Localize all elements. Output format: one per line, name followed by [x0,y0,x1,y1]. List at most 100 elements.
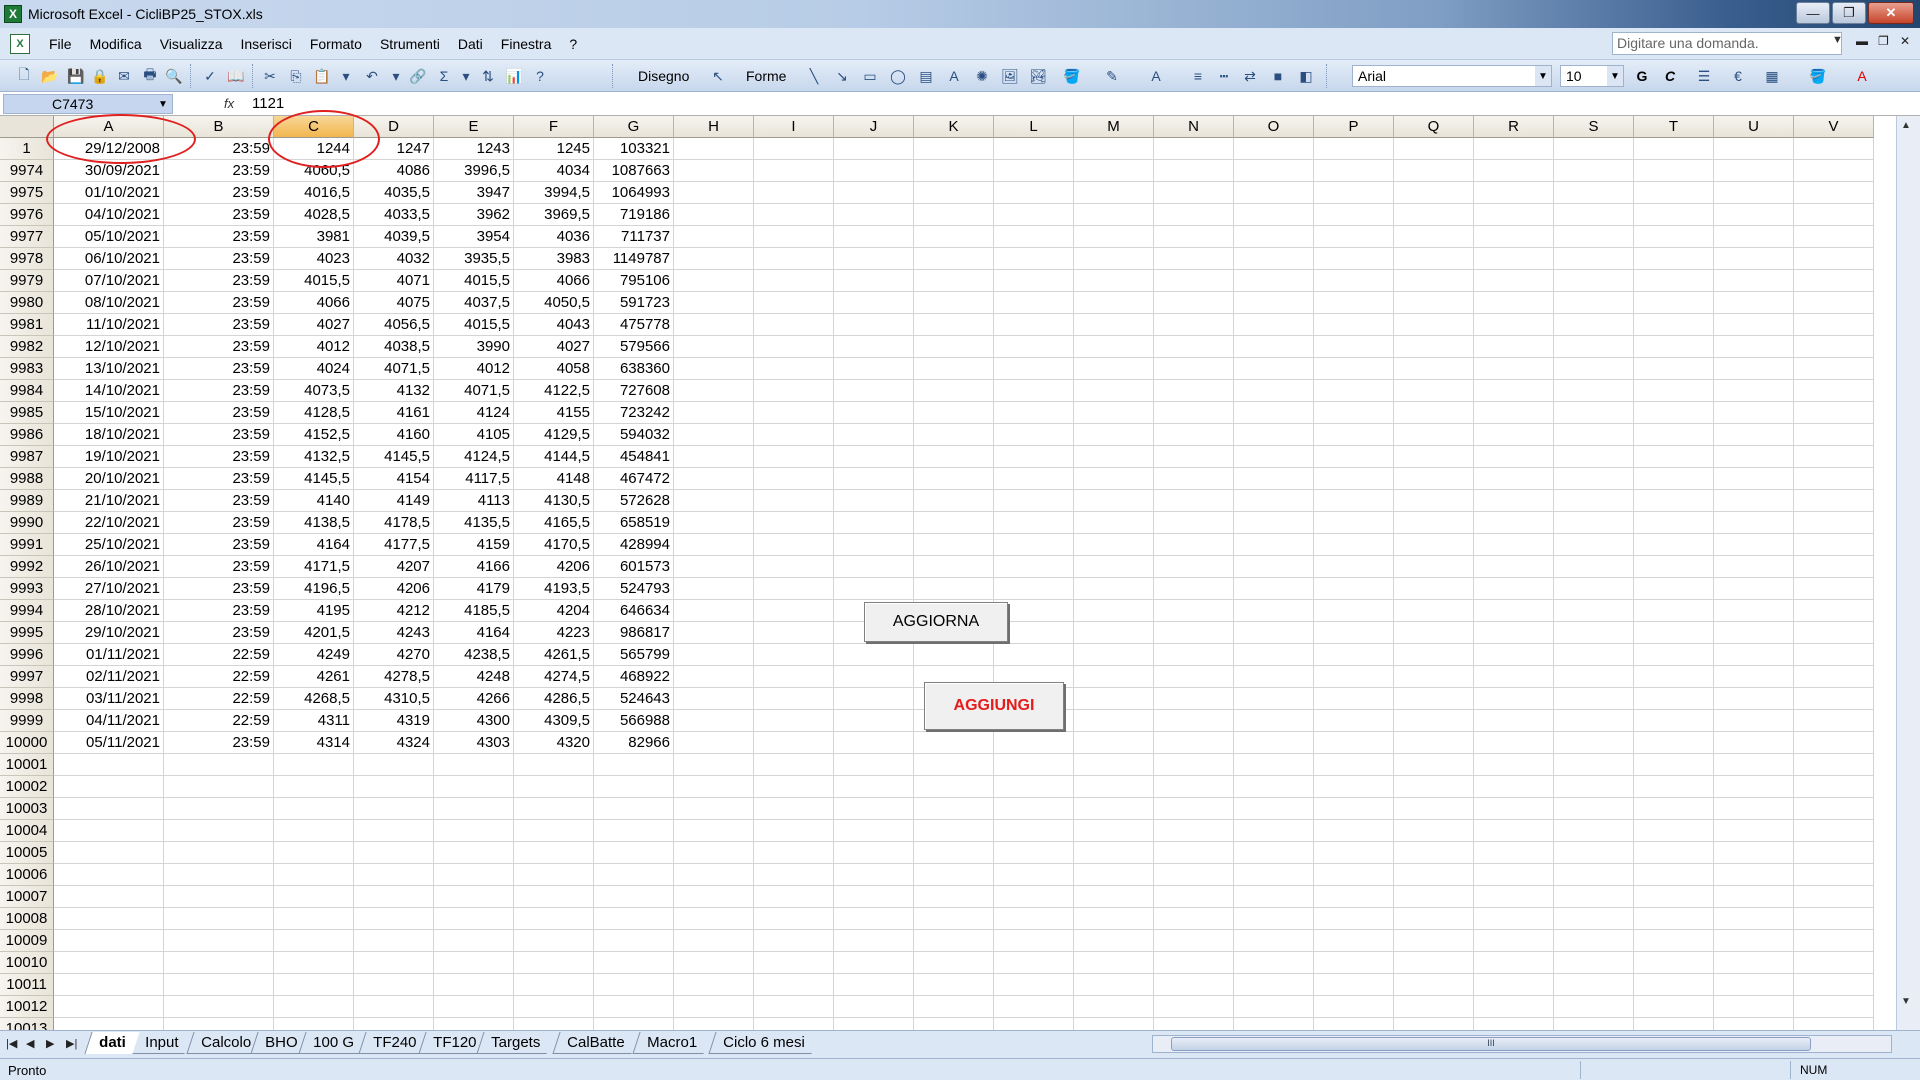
table-cell[interactable] [354,820,434,842]
table-cell[interactable] [1714,512,1794,534]
table-cell[interactable] [1154,842,1234,864]
table-cell[interactable]: 103321 [594,138,674,160]
autosum-dropdown-icon[interactable]: ▾ [456,66,476,86]
table-cell[interactable] [914,798,994,820]
table-cell[interactable] [1234,1018,1314,1030]
table-cell[interactable] [1234,402,1314,424]
spelling-icon[interactable]: ✓ [200,66,220,86]
table-cell[interactable] [674,270,754,292]
row-header[interactable]: 9982 [0,336,54,358]
table-cell[interactable]: 4028,5 [274,204,354,226]
table-cell[interactable]: 22:59 [164,710,274,732]
table-cell[interactable]: 4071,5 [354,358,434,380]
table-cell[interactable] [434,798,514,820]
align-center-icon[interactable]: ☰ [1694,66,1714,86]
table-cell[interactable] [754,1018,834,1030]
column-header[interactable]: C [274,116,354,138]
table-cell[interactable] [274,952,354,974]
table-cell[interactable]: 03/11/2021 [54,688,164,710]
table-cell[interactable]: 4268,5 [274,688,354,710]
table-cell[interactable] [994,402,1074,424]
table-cell[interactable] [754,490,834,512]
table-cell[interactable] [834,578,914,600]
table-cell[interactable] [1794,644,1874,666]
table-cell[interactable]: 4132,5 [274,446,354,468]
table-cell[interactable] [1154,644,1234,666]
table-cell[interactable] [1314,952,1394,974]
table-cell[interactable] [1794,710,1874,732]
table-cell[interactable]: 3947 [434,182,514,204]
row-header[interactable]: 9993 [0,578,54,600]
table-cell[interactable] [754,204,834,226]
table-cell[interactable] [1554,248,1634,270]
table-cell[interactable] [1554,644,1634,666]
table-cell[interactable] [1794,952,1874,974]
table-cell[interactable] [1634,446,1714,468]
table-cell[interactable]: 4278,5 [354,666,434,688]
table-cell[interactable]: 06/10/2021 [54,248,164,270]
table-cell[interactable] [1714,380,1794,402]
table-cell[interactable]: 4314 [274,732,354,754]
table-cell[interactable]: 4058 [514,358,594,380]
table-cell[interactable]: 4248 [434,666,514,688]
table-cell[interactable] [994,578,1074,600]
table-cell[interactable]: 29/12/2008 [54,138,164,160]
table-cell[interactable] [1074,358,1154,380]
table-cell[interactable] [674,534,754,556]
table-cell[interactable]: 4177,5 [354,534,434,556]
horizontal-scroll-thumb[interactable]: III [1171,1037,1811,1051]
table-cell[interactable] [1714,798,1794,820]
table-cell[interactable] [1154,666,1234,688]
table-cell[interactable] [834,666,914,688]
table-cell[interactable] [594,886,674,908]
table-cell[interactable]: 4039,5 [354,226,434,248]
table-cell[interactable] [1394,952,1474,974]
table-cell[interactable] [1794,842,1874,864]
table-cell[interactable] [274,754,354,776]
table-cell[interactable]: 04/11/2021 [54,710,164,732]
table-cell[interactable] [1074,952,1154,974]
table-cell[interactable] [514,864,594,886]
table-cell[interactable] [1074,490,1154,512]
table-cell[interactable] [994,886,1074,908]
table-cell[interactable] [1314,468,1394,490]
table-cell[interactable]: 4056,5 [354,314,434,336]
copy-icon[interactable]: ⎘ [286,66,306,86]
spreadsheet-grid[interactable]: A B C D E F G H I J K L M N O P Q R S T U V 1 29/12/2008 23:59 12… [0,116,1896,1030]
table-cell[interactable]: 4154 [354,468,434,490]
table-cell[interactable] [834,204,914,226]
table-cell[interactable]: 14/10/2021 [54,380,164,402]
workbook-close-icon[interactable]: ✕ [1900,34,1910,48]
table-cell[interactable] [54,930,164,952]
table-cell[interactable] [674,644,754,666]
sheet-tab[interactable]: Input [130,1032,192,1054]
table-cell[interactable] [1314,622,1394,644]
table-cell[interactable] [164,996,274,1018]
table-cell[interactable] [594,820,674,842]
table-cell[interactable] [1234,314,1314,336]
column-header[interactable]: T [1634,116,1714,138]
table-cell[interactable]: 23:59 [164,248,274,270]
table-cell[interactable] [1394,1018,1474,1030]
table-cell[interactable] [1154,688,1234,710]
table-cell[interactable]: 07/10/2021 [54,270,164,292]
currency-icon[interactable]: € [1728,66,1748,86]
table-cell[interactable] [1394,182,1474,204]
row-header[interactable]: 9991 [0,534,54,556]
table-cell[interactable] [1794,908,1874,930]
table-cell[interactable] [164,820,274,842]
table-cell[interactable] [514,974,594,996]
table-cell[interactable] [1234,138,1314,160]
table-cell[interactable] [1794,732,1874,754]
table-cell[interactable]: 4144,5 [514,446,594,468]
table-cell[interactable] [594,1018,674,1030]
table-cell[interactable] [1314,578,1394,600]
table-cell[interactable] [834,1018,914,1030]
table-cell[interactable] [1794,600,1874,622]
table-cell[interactable]: 82966 [594,732,674,754]
table-cell[interactable] [1314,336,1394,358]
aggiungi-button[interactable]: AGGIUNGI [924,682,1064,730]
table-cell[interactable] [1474,710,1554,732]
table-cell[interactable]: 12/10/2021 [54,336,164,358]
table-cell[interactable] [1474,644,1554,666]
